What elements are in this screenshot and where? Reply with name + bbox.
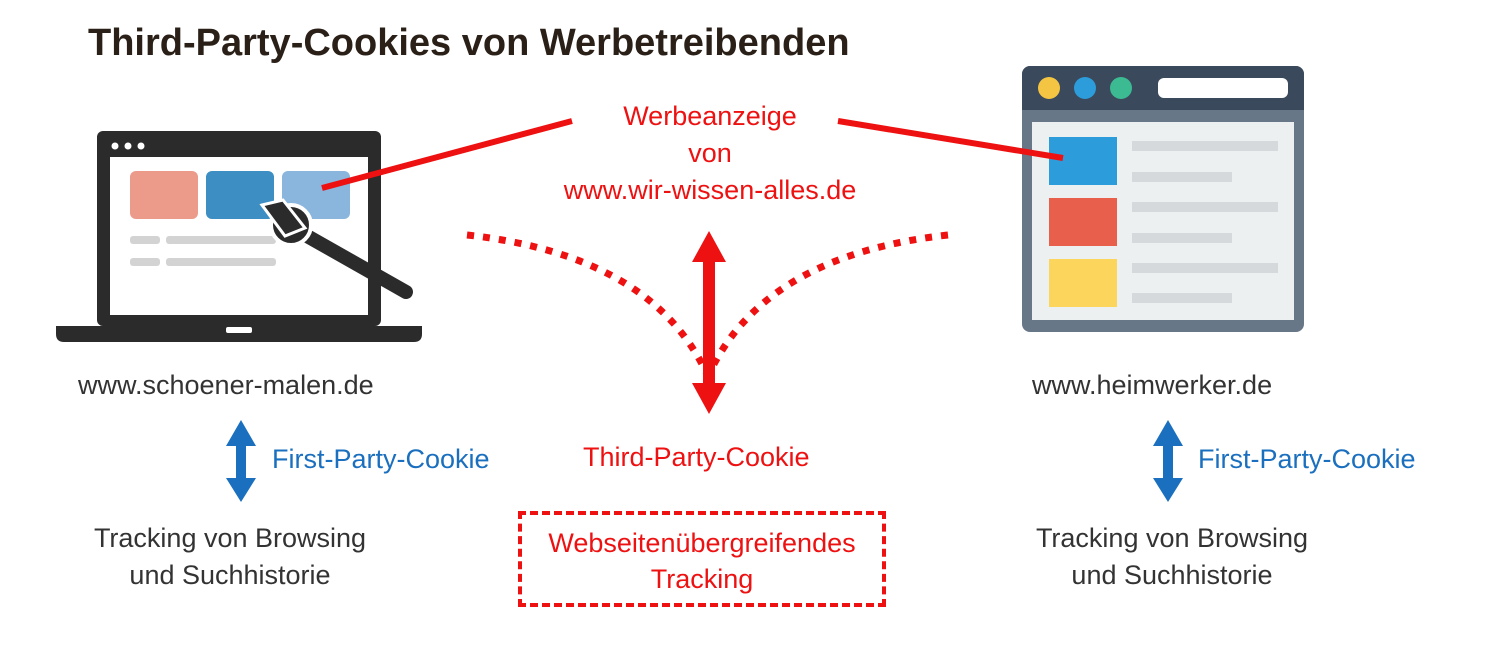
ad-label-line-1: Werbeanzeige: [623, 101, 797, 131]
left-tracking-text: Tracking von Browsing und Suchhistorie: [50, 520, 410, 594]
right-tracking-text: Tracking von Browsing und Suchhistorie: [992, 520, 1352, 594]
first-party-arrow-left: [226, 420, 256, 502]
tracking-curve-left: [466, 231, 710, 374]
third-party-cookie-arrow: [692, 231, 726, 414]
right-tracking-line-1: Tracking von Browsing: [1035, 523, 1309, 553]
left-site-domain: www.schoener-malen.de: [78, 370, 374, 400]
browser-window-icon: [1022, 66, 1304, 332]
left-first-party-cookie-label: First-Party-Cookie: [272, 444, 490, 474]
left-tracking-line-1: Tracking von Browsing: [93, 523, 367, 553]
tracking-curve-right: [706, 231, 949, 374]
right-tracking-line-2: und Suchhistorie: [1071, 560, 1273, 590]
ad-label: Werbeanzeige von www.wir-wissen-alles.de: [500, 98, 920, 209]
left-tracking-line-2: und Suchhistorie: [129, 560, 331, 590]
cross-site-tracking-line-2: Tracking: [650, 564, 754, 594]
ad-label-line-2: von: [688, 138, 732, 168]
right-first-party-cookie-label: First-Party-Cookie: [1198, 444, 1416, 474]
laptop-paintbrush-icon: [56, 131, 422, 342]
cross-site-tracking-line-1: Webseitenübergreifendes: [548, 528, 856, 558]
cross-site-tracking-box: Webseitenübergreifendes Tracking: [518, 511, 886, 607]
ad-label-line-3: www.wir-wissen-alles.de: [563, 175, 857, 205]
first-party-arrow-right: [1153, 420, 1183, 502]
right-site-domain: www.heimwerker.de: [1032, 370, 1273, 400]
third-party-cookie-label: Third-Party-Cookie: [583, 442, 810, 472]
